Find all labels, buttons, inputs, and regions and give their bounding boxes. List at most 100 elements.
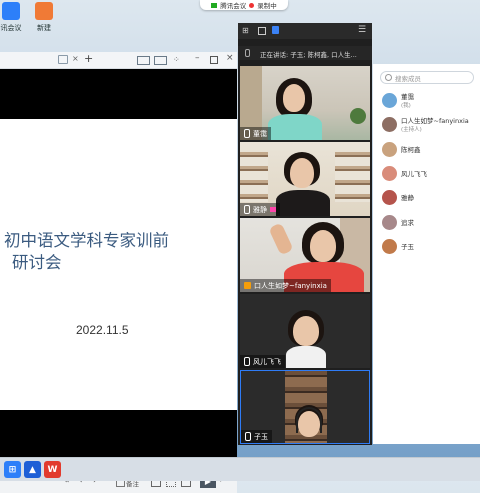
slide: 初中语文学科专家训前 研讨会 2022.11.5 xyxy=(0,119,237,410)
search-icon xyxy=(385,74,392,81)
video-tile[interactable]: 子玉 xyxy=(240,370,370,444)
participant-role: (主持人) xyxy=(401,127,422,133)
signal-icon xyxy=(211,2,218,8)
tile-label: 口人生如梦~fanyinxia xyxy=(240,279,331,292)
participant-shirt xyxy=(268,114,322,140)
participant-name: 追求 xyxy=(401,219,414,227)
participant-name: 董霭 xyxy=(401,93,414,101)
record-icon xyxy=(249,2,255,8)
restore-icon[interactable] xyxy=(258,27,266,35)
participant-row[interactable]: 风儿飞飞 xyxy=(382,165,427,181)
bookshelf xyxy=(240,152,268,202)
taskbar: ⊞ ▲ W xyxy=(0,457,480,481)
video-tile[interactable]: 风儿飞飞 xyxy=(240,294,370,368)
mic-icon xyxy=(245,49,250,57)
desktop-icon-label: 新建 xyxy=(37,24,51,32)
participant-row[interactable]: 追求 xyxy=(382,214,414,230)
mic-icon xyxy=(244,205,250,214)
participant-name: 口人生如梦~fanyinxia xyxy=(401,117,469,125)
participant-row[interactable]: 子玉 xyxy=(382,238,414,254)
tile-label: 雅静 xyxy=(240,203,280,216)
tencent-meeting-taskbar-icon[interactable]: ▲ xyxy=(24,461,41,478)
desktop-icon-new[interactable]: 新建 xyxy=(29,2,59,33)
slide-date: 2022.11.5 xyxy=(76,323,129,337)
wps-taskbar-icon[interactable]: W xyxy=(44,461,61,478)
participant-row[interactable]: 陈柯鑫 xyxy=(382,141,421,157)
host-icon xyxy=(244,282,251,289)
video-panel-header: ⊞ ☰ xyxy=(238,23,372,39)
participant-shirt xyxy=(286,346,326,368)
window-toolbar: × + ⁘ – × xyxy=(0,52,237,69)
headset xyxy=(296,407,322,433)
slide-title-line1: 初中语文学科专家训前 xyxy=(4,231,169,250)
participant-row[interactable]: 雅静 xyxy=(382,189,414,205)
layers-icon[interactable] xyxy=(272,26,279,34)
tile-name: 子玉 xyxy=(254,432,268,441)
mic-icon xyxy=(244,357,250,366)
video-tile[interactable]: 雅静 xyxy=(240,142,370,216)
participant-face xyxy=(293,316,319,346)
minimize-button[interactable]: – xyxy=(195,53,200,63)
letterbox-top xyxy=(0,69,237,119)
layout-icon[interactable] xyxy=(137,56,150,65)
bookshelf xyxy=(335,152,370,202)
participant-face xyxy=(290,158,314,188)
desktop-icon-label: 讯会议 xyxy=(0,24,22,32)
slide-title-line2: 研讨会 xyxy=(12,253,62,272)
participant-name: 子玉 xyxy=(401,243,414,251)
participant-row[interactable]: 董霭 (我) xyxy=(382,92,414,109)
start-icon[interactable]: ⊞ xyxy=(4,461,21,478)
avatar xyxy=(382,214,397,230)
document-icon xyxy=(35,2,53,20)
avatar xyxy=(382,141,397,157)
split-icon[interactable] xyxy=(154,56,167,65)
participant-name: 陈柯鑫 xyxy=(401,146,421,154)
participant-role: (我) xyxy=(401,103,411,109)
tile-name: 口人生如梦~fanyinxia xyxy=(254,281,327,290)
participant-row[interactable]: 口人生如梦~fanyinxia (主持人) xyxy=(382,116,469,133)
avatar xyxy=(382,92,397,108)
meeting-app-name: 腾讯会议 xyxy=(220,2,247,10)
tencent-meeting-icon xyxy=(2,2,20,20)
plant xyxy=(350,108,366,124)
presentation-window: × + ⁘ – × 初中语文学科专家训前 研讨会 2022.11.5 « ‹ ›… xyxy=(0,52,237,493)
speaking-bar: 正在讲话: 子玉; 陈柯鑫, 口人生... xyxy=(238,46,372,60)
avatar xyxy=(382,116,397,132)
close-tab-icon[interactable]: × xyxy=(72,54,79,63)
new-tab-icon[interactable]: + xyxy=(84,52,93,65)
tile-name: 风儿飞飞 xyxy=(253,357,281,366)
tile-name: 雅静 xyxy=(253,205,267,214)
signal-bars-icon xyxy=(270,207,276,212)
menu-icon[interactable]: ☰ xyxy=(358,25,366,35)
video-tile[interactable]: 董霭 xyxy=(240,66,370,140)
grid-icon[interactable]: ⁘ xyxy=(173,55,180,64)
recording-label: 录制中 xyxy=(257,2,277,10)
tile-name: 董霭 xyxy=(253,129,267,138)
meeting-status-bar[interactable]: 腾讯会议 录制中 xyxy=(200,0,288,10)
tile-label: 董霭 xyxy=(240,127,271,140)
participant-name: 风儿飞飞 xyxy=(401,170,427,178)
close-button[interactable]: × xyxy=(226,53,234,63)
tile-label: 风儿飞飞 xyxy=(240,355,285,368)
mic-icon xyxy=(244,129,250,138)
avatar xyxy=(382,165,397,181)
participant-panel: 搜索成员 董霭 (我) 口人生如梦~fanyinxia (主持人) 陈柯鑫 风儿飞飞… xyxy=(373,64,480,444)
participant-face xyxy=(283,84,305,112)
raised-hand xyxy=(268,222,294,256)
maximize-button[interactable] xyxy=(210,56,218,64)
tile-label: 子玉 xyxy=(241,430,272,443)
participant-face xyxy=(310,230,336,262)
participant-name: 雅静 xyxy=(401,194,414,202)
participant-shirt xyxy=(276,190,330,216)
avatar xyxy=(382,189,397,205)
avatar xyxy=(382,238,397,254)
pin-icon[interactable] xyxy=(58,55,68,64)
layout-grid-icon[interactable]: ⊞ xyxy=(242,26,249,35)
video-tile[interactable]: 口人生如梦~fanyinxia xyxy=(240,218,370,292)
video-panel: ⊞ ☰ 正在讲话: 子玉; 陈柯鑫, 口人生... 董霭 雅静 口人生如梦~fa… xyxy=(238,23,372,445)
member-search[interactable]: 搜索成员 xyxy=(380,71,474,84)
search-placeholder: 搜索成员 xyxy=(395,74,421,83)
mic-icon xyxy=(245,432,251,441)
desktop-icon-meeting[interactable]: 讯会议 xyxy=(0,2,26,33)
speaking-text: 正在讲话: 子玉; 陈柯鑫, 口人生... xyxy=(260,51,357,59)
